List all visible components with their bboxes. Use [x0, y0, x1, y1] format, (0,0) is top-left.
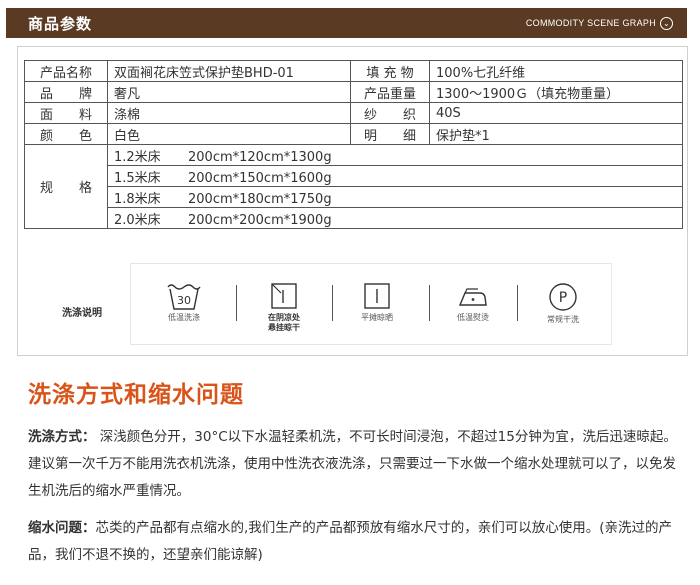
spec-value: 双面裥花床笠式保护垫BHD-01: [107, 60, 351, 82]
spec-value: 100%七孔纤维: [429, 60, 683, 82]
care-caption: 平摊晾晒: [361, 313, 393, 322]
care-caption: 低温洗涤: [168, 313, 200, 322]
size-dims: 200cm*120cm*1300g: [188, 149, 332, 165]
table-row: 1.8米床 200cm*180cm*1750g: [25, 186, 683, 208]
dry-clean-letter: P: [559, 290, 567, 306]
care-item-dry-clean: P 常规干洗: [533, 281, 593, 325]
spec-value: 奢凡: [107, 81, 351, 103]
section-header: 商品参数 COMMODITY SCENE GRAPH ⌄: [6, 8, 687, 38]
divider: [332, 285, 333, 321]
spec-label: 明 细: [350, 123, 430, 145]
spec-value: 1300～1900Ｇ（填充物重量）: [429, 81, 683, 103]
spec-value: 保护垫*1: [429, 123, 683, 145]
size-cell: 2.0米床 200cm*200cm*1900g: [107, 207, 683, 229]
chevron-down-icon[interactable]: ⌄: [660, 17, 673, 30]
hang-dry-shade-icon: [271, 283, 297, 309]
wash-text: 深浅颜色分开，30°C以下水温轻柔机洗，不可长时间浸泡，不超过15分钟为宜，洗后…: [28, 429, 677, 499]
spec-label: 填 充 物: [350, 60, 430, 82]
shrink-label: 缩水问题：: [28, 520, 96, 536]
care-item-flat-dry: 平摊晾晒: [347, 281, 407, 323]
divider: [236, 285, 237, 321]
flat-dry-icon: [364, 283, 390, 309]
table-row: 颜 色 白色 明 细 保护垫*1: [24, 123, 683, 145]
shrink-text: 芯类的产品都有点缩水的,我们生产的产品都预放有缩水尺寸的，亲们可以放心使用。(亲…: [28, 520, 673, 563]
dry-clean-p-icon: P: [549, 283, 577, 311]
size-cell: 1.5米床 200cm*150cm*1600g: [107, 165, 683, 187]
care-item-wash: 30 低温洗涤: [154, 281, 214, 323]
spec-label: 颜 色: [24, 123, 108, 145]
table-row: 产品名称 双面裥花床笠式保护垫BHD-01 填 充 物 100%七孔纤维: [24, 60, 683, 82]
divider: [429, 285, 430, 321]
size-name: 2.0米床: [114, 212, 161, 228]
section-title: 洗涤方式和缩水问题: [28, 382, 244, 408]
care-item-hang-dry: 在阴凉处 悬挂晾干: [254, 281, 314, 333]
table-row: 2.0米床 200cm*200cm*1900g: [25, 207, 683, 229]
spec-label: 品 牌: [24, 81, 108, 103]
wash-30-icon: 30: [167, 284, 201, 310]
size-name: 1.5米床: [114, 170, 161, 186]
table-row: 1.5米床 200cm*150cm*1600g: [25, 165, 683, 187]
size-name: 1.8米床: [114, 191, 161, 207]
care-item-iron: 低温熨烫: [443, 281, 503, 323]
spec-label: 面 料: [24, 102, 108, 124]
table-row: 品 牌 奢凡 产品重量 1300～1900Ｇ（填充物重量）: [24, 81, 683, 103]
shrink-paragraph: 缩水问题：芯类的产品都有点缩水的,我们生产的产品都预放有缩水尺寸的，亲们可以放心…: [28, 515, 678, 569]
low-iron-icon: [458, 288, 487, 306]
size-dims: 200cm*150cm*1600g: [188, 170, 332, 186]
size-label: 规 格: [24, 144, 108, 229]
care-caption-line2: 悬挂晾干: [268, 323, 300, 332]
spec-value: 涤棉: [107, 102, 351, 124]
wash-label: 洗涤方式：: [28, 429, 96, 445]
spec-table: 产品名称 双面裥花床笠式保护垫BHD-01 填 充 物 100%七孔纤维 品 牌…: [24, 60, 683, 229]
spec-label: 纱 织: [350, 102, 430, 124]
size-cell: 1.8米床 200cm*180cm*1750g: [107, 186, 683, 208]
wash-temp: 30: [177, 294, 191, 307]
care-caption: 低温熨烫: [457, 313, 489, 322]
wash-paragraph: 洗涤方式： 深浅颜色分开，30°C以下水温轻柔机洗，不可长时间浸泡，不超过15分…: [28, 424, 678, 505]
size-cell: 1.2米床 200cm*120cm*1300g: [107, 144, 683, 166]
divider: [517, 285, 518, 321]
table-row: 规 格 1.2米床 200cm*120cm*1300g: [24, 144, 683, 229]
care-caption: 常规干洗: [547, 315, 579, 324]
size-dims: 200cm*180cm*1750g: [188, 191, 332, 207]
spec-label: 产品名称: [24, 60, 108, 82]
header-subtitle: COMMODITY SCENE GRAPH ⌄: [526, 17, 673, 30]
care-title: 洗涤说明: [62, 308, 102, 319]
spec-value: 40S: [429, 102, 683, 124]
header-subtitle-text: COMMODITY SCENE GRAPH: [525, 17, 656, 28]
table-row: 面 料 涤棉 纱 织 40S: [24, 102, 683, 124]
size-name: 1.2米床: [114, 149, 161, 165]
header-title: 商品参数: [28, 15, 93, 33]
spec-value: 白色: [107, 123, 351, 145]
care-caption: 在阴凉处: [268, 313, 300, 322]
spec-label: 产品重量: [350, 81, 430, 103]
size-dims: 200cm*200cm*1900g: [188, 212, 332, 228]
